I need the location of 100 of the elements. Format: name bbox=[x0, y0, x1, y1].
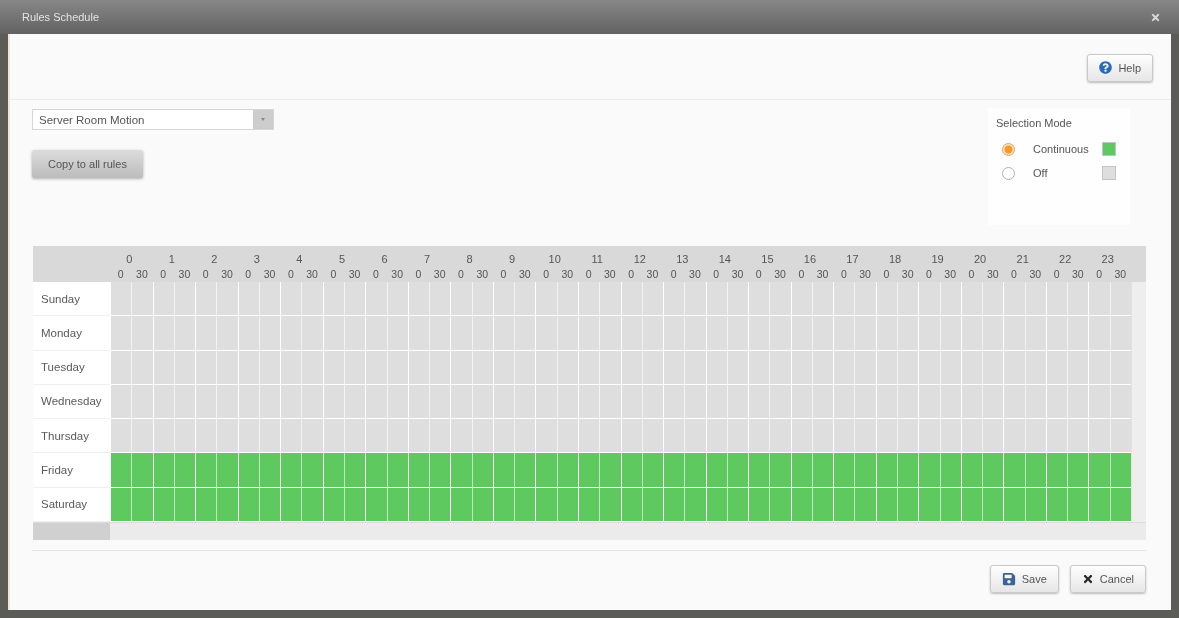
schedule-cell[interactable] bbox=[471, 453, 493, 488]
schedule-cell[interactable] bbox=[1109, 316, 1131, 351]
schedule-cell[interactable] bbox=[450, 384, 472, 420]
cancel-button[interactable]: Cancel bbox=[1069, 565, 1146, 593]
schedule-cell[interactable] bbox=[1088, 350, 1110, 385]
schedule-cell[interactable] bbox=[918, 282, 940, 317]
schedule-cell[interactable] bbox=[599, 350, 621, 385]
schedule-cell[interactable] bbox=[514, 282, 536, 317]
schedule-cell[interactable] bbox=[641, 282, 664, 317]
schedule-cell[interactable] bbox=[811, 419, 834, 454]
schedule-cell[interactable] bbox=[769, 419, 791, 454]
schedule-cell[interactable] bbox=[110, 487, 132, 522]
schedule-cell[interactable] bbox=[322, 453, 344, 488]
schedule-cell[interactable] bbox=[280, 487, 302, 522]
schedule-cell[interactable] bbox=[1003, 282, 1025, 317]
schedule-cell[interactable] bbox=[535, 453, 557, 488]
schedule-cell[interactable] bbox=[131, 384, 153, 420]
schedule-cell[interactable] bbox=[748, 487, 770, 522]
schedule-cell[interactable] bbox=[897, 350, 919, 385]
schedule-cell[interactable] bbox=[599, 384, 621, 420]
schedule-cell[interactable] bbox=[110, 453, 132, 488]
schedule-cell[interactable] bbox=[599, 487, 621, 522]
schedule-cell[interactable] bbox=[237, 282, 259, 317]
schedule-cell[interactable] bbox=[748, 419, 770, 454]
schedule-cell[interactable] bbox=[641, 316, 664, 351]
schedule-cell[interactable] bbox=[705, 453, 727, 488]
schedule-cell[interactable] bbox=[833, 419, 855, 454]
schedule-cell[interactable] bbox=[216, 350, 238, 385]
schedule-cell[interactable] bbox=[833, 282, 855, 317]
schedule-cell[interactable] bbox=[1024, 419, 1046, 454]
schedule-cell[interactable] bbox=[110, 384, 132, 420]
schedule-cell[interactable] bbox=[535, 419, 557, 454]
schedule-cell[interactable] bbox=[173, 316, 196, 351]
schedule-cell[interactable] bbox=[152, 316, 174, 351]
schedule-cell[interactable] bbox=[301, 453, 323, 488]
schedule-cell[interactable] bbox=[514, 384, 536, 420]
schedule-cell[interactable] bbox=[663, 282, 685, 317]
schedule-cell[interactable] bbox=[237, 419, 259, 454]
schedule-cell[interactable] bbox=[471, 282, 493, 317]
schedule-cell[interactable] bbox=[450, 419, 472, 454]
schedule-cell[interactable] bbox=[918, 350, 940, 385]
schedule-cell[interactable] bbox=[237, 453, 259, 488]
schedule-cell[interactable] bbox=[514, 316, 536, 351]
schedule-cell[interactable] bbox=[152, 282, 174, 317]
schedule-cell[interactable] bbox=[663, 419, 685, 454]
schedule-cell[interactable] bbox=[407, 282, 430, 317]
schedule-cell[interactable] bbox=[982, 453, 1004, 488]
schedule-cell[interactable] bbox=[1003, 384, 1025, 420]
schedule-cell[interactable] bbox=[1024, 453, 1046, 488]
schedule-cell[interactable] bbox=[1003, 350, 1025, 385]
schedule-cell[interactable] bbox=[365, 453, 387, 488]
schedule-cell[interactable] bbox=[1045, 419, 1068, 454]
schedule-cell[interactable] bbox=[429, 419, 451, 454]
schedule-cell[interactable] bbox=[173, 419, 196, 454]
schedule-cell[interactable] bbox=[684, 487, 706, 522]
schedule-cell[interactable] bbox=[429, 453, 451, 488]
schedule-cell[interactable] bbox=[726, 282, 749, 317]
schedule-cell[interactable] bbox=[769, 453, 791, 488]
schedule-cell[interactable] bbox=[897, 453, 919, 488]
schedule-cell[interactable] bbox=[535, 350, 557, 385]
schedule-cell[interactable] bbox=[450, 487, 472, 522]
schedule-cell[interactable] bbox=[769, 282, 791, 317]
horizontal-scrollbar[interactable] bbox=[33, 522, 1146, 540]
schedule-cell[interactable] bbox=[322, 282, 344, 317]
schedule-cell[interactable] bbox=[407, 419, 430, 454]
schedule-cell[interactable] bbox=[939, 419, 961, 454]
schedule-cell[interactable] bbox=[131, 316, 153, 351]
schedule-cell[interactable] bbox=[1088, 316, 1110, 351]
schedule-cell[interactable] bbox=[301, 487, 323, 522]
schedule-cell[interactable] bbox=[1003, 487, 1025, 522]
schedule-cell[interactable] bbox=[343, 316, 366, 351]
schedule-cell[interactable] bbox=[131, 419, 153, 454]
schedule-cell[interactable] bbox=[982, 487, 1004, 522]
schedule-cell[interactable] bbox=[918, 487, 940, 522]
schedule-cell[interactable] bbox=[1003, 316, 1025, 351]
schedule-cell[interactable] bbox=[280, 282, 302, 317]
schedule-cell[interactable] bbox=[982, 419, 1004, 454]
schedule-cell[interactable] bbox=[1045, 282, 1068, 317]
schedule-cell[interactable] bbox=[301, 316, 323, 351]
schedule-cell[interactable] bbox=[663, 316, 685, 351]
schedule-cell[interactable] bbox=[343, 282, 366, 317]
schedule-cell[interactable] bbox=[748, 384, 770, 420]
schedule-cell[interactable] bbox=[833, 316, 855, 351]
schedule-cell[interactable] bbox=[982, 316, 1004, 351]
close-icon[interactable] bbox=[1150, 11, 1161, 23]
schedule-cell[interactable] bbox=[790, 453, 812, 488]
schedule-cell[interactable] bbox=[1045, 316, 1068, 351]
schedule-cell[interactable] bbox=[365, 316, 387, 351]
schedule-cell[interactable] bbox=[343, 453, 366, 488]
schedule-cell[interactable] bbox=[535, 282, 557, 317]
schedule-cell[interactable] bbox=[514, 419, 536, 454]
schedule-cell[interactable] bbox=[386, 316, 408, 351]
schedule-cell[interactable] bbox=[450, 453, 472, 488]
save-button[interactable]: Save bbox=[989, 565, 1059, 593]
schedule-cell[interactable] bbox=[833, 350, 855, 385]
schedule-cell[interactable] bbox=[705, 316, 727, 351]
schedule-cell[interactable] bbox=[514, 350, 536, 385]
schedule-cell[interactable] bbox=[110, 419, 132, 454]
schedule-cell[interactable] bbox=[280, 453, 302, 488]
schedule-cell[interactable] bbox=[556, 419, 578, 454]
